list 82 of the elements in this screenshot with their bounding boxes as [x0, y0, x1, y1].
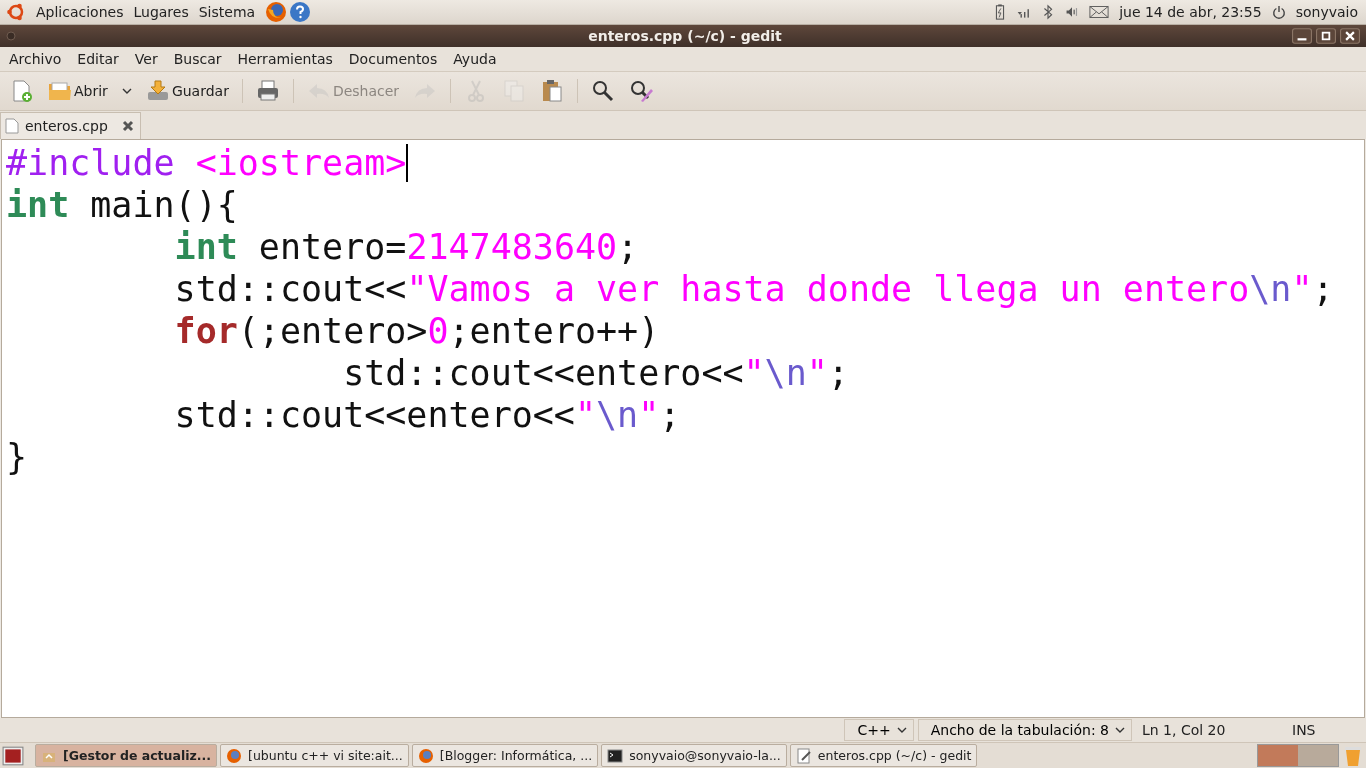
string-literal: "	[743, 352, 765, 394]
find-replace-icon	[629, 79, 654, 103]
taskbar-button[interactable]: [ubuntu c++ vi site:ait...	[220, 744, 409, 767]
code-text: std::cout<<	[173, 268, 407, 310]
menu-item[interactable]: Archivo	[9, 51, 62, 67]
clipboard-icon	[540, 79, 565, 103]
number-literal: 0	[427, 310, 449, 352]
control-keyword: for	[173, 310, 238, 352]
string-literal: "Vamos a ver hasta donde llega un entero	[406, 268, 1250, 310]
text-cursor	[406, 144, 409, 182]
ubuntu-logo-icon[interactable]	[6, 2, 26, 22]
string-literal: "	[574, 394, 597, 436]
code-editor[interactable]: #include <iostream> int main(){ int entero=2147483640; std::cout<<"Vamos a ver hasta donde llega un entero\n"; for(;entero>0;entero++) std::cout<<entero<<"\n"; std::cout<<entero<<"\n"; }	[1, 139, 1365, 718]
code-text: entero=	[257, 226, 407, 268]
taskbar-button[interactable]: [Gestor de actualiz...	[35, 744, 217, 767]
firefox-icon[interactable]	[265, 1, 288, 23]
string-literal: "	[806, 352, 828, 394]
string-literal: "	[1291, 268, 1313, 310]
language-dropdown[interactable]: C++	[844, 719, 914, 741]
menu-item[interactable]: Ayuda	[453, 51, 497, 67]
caret-icon	[896, 727, 907, 733]
folder-icon	[48, 79, 72, 103]
workspace-switcher[interactable]	[1257, 744, 1339, 767]
menu-item[interactable]: Documentos	[348, 51, 438, 67]
code-text: std::cout<<entero<<	[342, 352, 744, 394]
document-icon	[5, 118, 19, 134]
code-text: std::cout<<entero<<	[173, 394, 575, 436]
type-keyword: int	[6, 184, 70, 226]
code-text: ;entero++)	[448, 310, 660, 352]
terminal-icon	[607, 747, 624, 764]
number-literal: 2147483640	[406, 226, 618, 268]
firefox-icon	[226, 747, 242, 764]
code-text: ;	[1312, 268, 1334, 310]
menu-item[interactable]: Ver	[134, 51, 158, 67]
escape-sequence: \n	[596, 394, 639, 436]
taskbar-button[interactable]: enteros.cpp (~/c) - gedit	[789, 744, 978, 767]
help-icon[interactable]	[289, 1, 312, 23]
panel-menu[interactable]: Aplicaciones	[36, 4, 124, 20]
menu-item[interactable]: Buscar	[173, 51, 222, 67]
tab-width-dropdown[interactable]: Ancho de la tabulación: 8	[917, 719, 1132, 741]
panel-menu[interactable]: Sistema	[198, 4, 256, 20]
menu-item[interactable]: Herramientas	[237, 51, 333, 67]
caret-icon	[121, 88, 132, 94]
taskbar-button[interactable]: sonyvaio@sonyvaio-la...	[601, 744, 787, 767]
code-text: ;	[659, 394, 681, 436]
type-keyword: int	[173, 226, 238, 268]
printer-icon	[255, 79, 280, 103]
taskbar-button[interactable]: [Blogger: Informática, ...	[411, 744, 599, 767]
close-icon[interactable]	[1340, 28, 1360, 44]
open-button[interactable]: Abrir	[44, 77, 112, 105]
save-button[interactable]: Guardar	[141, 77, 233, 105]
document-tab[interactable]: enteros.cpp	[0, 112, 141, 139]
new-document-icon	[10, 79, 34, 103]
code-text: (;entero>	[237, 310, 428, 352]
escape-sequence: \n	[764, 352, 807, 394]
code-text: ;	[827, 352, 849, 394]
panel-menu[interactable]: Lugares	[133, 4, 189, 20]
show-desktop-icon[interactable]	[2, 745, 24, 766]
power-icon[interactable]	[1271, 4, 1286, 20]
minimize-icon[interactable]	[1292, 28, 1312, 44]
string-literal: <iostream>	[195, 142, 407, 184]
maximize-icon[interactable]	[1316, 28, 1336, 44]
escape-sequence: \n	[1249, 268, 1292, 310]
menu-item[interactable]: Editar	[77, 51, 119, 67]
close-icon[interactable]	[121, 120, 134, 132]
search-icon	[591, 79, 616, 103]
code-text: }	[6, 436, 28, 478]
text-editor-icon	[795, 747, 812, 764]
clock[interactable]: jue 14 de abr, 23:55	[1119, 4, 1262, 20]
caret-icon	[1115, 727, 1125, 733]
tab-label: enteros.cpp	[25, 118, 108, 134]
save-icon	[145, 79, 170, 103]
firefox-icon	[417, 747, 434, 764]
code-text: main(){	[89, 184, 238, 226]
insert-mode: INS	[1291, 722, 1317, 738]
window-title: enteros.cpp (~/c) - gedit	[588, 28, 782, 44]
string-literal: "	[638, 394, 660, 436]
user-name[interactable]: sonyvaio	[1295, 4, 1358, 20]
cursor-position: Ln 1, Col 20	[1141, 722, 1227, 738]
preprocessor-directive: #include	[6, 142, 176, 184]
mail-icon[interactable]	[1089, 4, 1110, 20]
code-text: ;	[617, 226, 639, 268]
